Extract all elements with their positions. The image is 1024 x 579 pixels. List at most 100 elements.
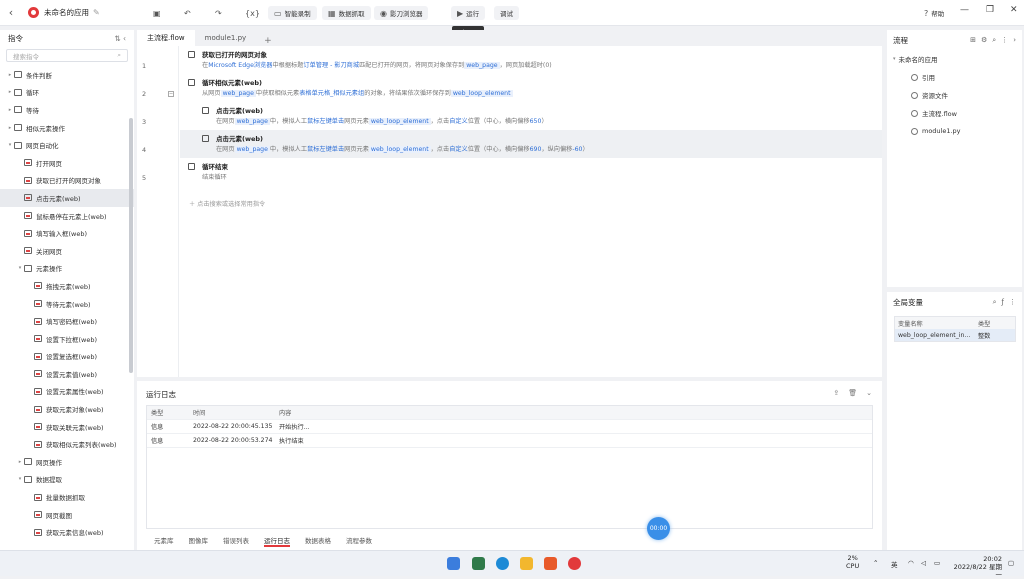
sidebar-item[interactable]: ▾ 元素操作	[0, 260, 134, 278]
chevron-right-icon[interactable]: ▸	[16, 459, 24, 465]
minimize-icon[interactable]: —	[960, 5, 969, 15]
debug-button[interactable]: 调试	[494, 6, 519, 20]
variable-tag[interactable]: web_loop_element	[368, 118, 431, 125]
chevron-down-icon[interactable]: ▾	[6, 142, 14, 148]
clock[interactable]: 20:02 2022/8/22 星期一	[950, 555, 1002, 579]
sidebar-item[interactable]: 获取元素信息(web)	[0, 523, 134, 541]
help-button[interactable]: ? 帮助	[924, 6, 944, 20]
variable-tag[interactable]: web_page	[234, 118, 270, 125]
variable-tag[interactable]: web_page	[234, 146, 270, 153]
yingdao-icon[interactable]	[568, 557, 581, 570]
close-icon[interactable]: ✕	[1010, 5, 1018, 15]
chevron-right-icon[interactable]: ▸	[6, 89, 14, 95]
search-icon[interactable]: ⌕	[992, 36, 996, 45]
sidebar-item[interactable]: ▸ 相似元素操作	[0, 119, 134, 137]
chevron-right-icon[interactable]: ▸	[6, 107, 14, 113]
battery-icon[interactable]: ▭	[934, 559, 940, 567]
panel-actions-icon[interactable]: ⇅ ‹	[114, 34, 126, 43]
back-icon[interactable]: ‹	[0, 6, 22, 19]
table-row[interactable]: 信息 2022-08-22 20:00:45.135 开始执行...	[147, 420, 872, 434]
flow-command-row[interactable]: 循环相似元素(web) 从网页 web_page 中获取相似元素表格单元格_相似元素组…	[180, 74, 882, 102]
sidebar-item[interactable]: ▸ 等待	[0, 101, 134, 119]
rename-icon[interactable]: ✎	[93, 8, 100, 17]
ime-indicator[interactable]: 英	[891, 559, 898, 569]
folder-icon[interactable]	[520, 557, 533, 570]
sidebar-item[interactable]: 鼠标悬停在元素上(web)	[0, 207, 134, 225]
sidebar-item[interactable]: 获取已打开的网页对象	[0, 172, 134, 190]
sidebar-item[interactable]: ▸ 条件判断	[0, 66, 134, 84]
flow-command-row[interactable]: 循环结束 结束循环	[180, 158, 882, 186]
cpu-indicator[interactable]: 2% CPU	[846, 554, 859, 570]
chevron-right-icon[interactable]: ▸	[6, 125, 14, 131]
notification-icon[interactable]: ▢	[1008, 559, 1014, 567]
redo-button[interactable]: ↷	[215, 6, 222, 20]
table-row[interactable]: 信息 2022-08-22 20:00:53.274 执行结束	[147, 434, 872, 448]
chevron-down-icon[interactable]: ⌄	[866, 389, 872, 397]
flow-root[interactable]: ▾ 未命名的应用	[887, 50, 1022, 68]
sidebar-item[interactable]: ▾ 网页自动化	[0, 136, 134, 154]
save-button[interactable]: ▣	[153, 6, 161, 20]
restore-icon[interactable]: ❐	[986, 5, 994, 15]
settings-icon[interactable]: ⚙	[981, 36, 987, 45]
more-icon[interactable]: ⋮	[1009, 298, 1016, 307]
tab-run-log[interactable]: 运行日志	[264, 535, 290, 547]
search-icon[interactable]: ⌕	[117, 51, 121, 60]
scrollbar[interactable]	[129, 118, 133, 373]
store-icon[interactable]	[544, 557, 557, 570]
tab-error-list[interactable]: 错误列表	[223, 535, 249, 547]
more-icon[interactable]: ⋮	[1001, 36, 1008, 45]
sidebar-item[interactable]: 获取元素对象(web)	[0, 400, 134, 418]
export-icon[interactable]: ⇪	[833, 389, 839, 397]
trash-icon[interactable]: 🗑	[848, 389, 857, 397]
tab-data-table[interactable]: 数据表格	[305, 535, 331, 547]
sidebar-item[interactable]: 关闭网页	[0, 242, 134, 260]
tab-element-library[interactable]: 元素库	[154, 535, 174, 547]
variable-tag[interactable]: web_loop_element	[450, 90, 513, 97]
app-icon[interactable]	[472, 557, 485, 570]
sidebar-item[interactable]: 填写输入框(web)	[0, 224, 134, 242]
add-flow-icon[interactable]: ⊞	[970, 36, 976, 45]
sidebar-item[interactable]: ▸ 网页操作	[0, 453, 134, 471]
flow-command-row[interactable]: 点击元素(web) 在网页 web_page 中，模拟人工鼠标左键单击网页元素 web_…	[180, 102, 882, 130]
tab-main-flow[interactable]: 主流程.flow	[137, 30, 195, 46]
add-tab-button[interactable]: +	[256, 36, 280, 46]
edge-icon[interactable]	[496, 557, 509, 570]
flow-item-main[interactable]: 主流程.flow	[887, 104, 1022, 122]
sidebar-item[interactable]: ▸ 循环	[0, 84, 134, 102]
chevron-down-icon[interactable]: ▾	[16, 265, 24, 271]
data-scrape-button[interactable]: ▦ 数据抓取	[322, 6, 371, 20]
sidebar-item[interactable]: 获取相似元素列表(web)	[0, 435, 134, 453]
flow-item-reference[interactable]: 引用	[887, 68, 1022, 86]
variables-button[interactable]: {x}	[245, 6, 260, 20]
add-variable-icon[interactable]: ƒ	[1002, 298, 1004, 307]
sidebar-item[interactable]: 打开网页	[0, 154, 134, 172]
flow-item-resources[interactable]: 资源文件	[887, 86, 1022, 104]
variable-tag[interactable]: web_page	[220, 90, 256, 97]
collapse-toggle[interactable]: −	[168, 91, 174, 97]
sidebar-item[interactable]: 设置下拉框(web)	[0, 330, 134, 348]
sidebar-item[interactable]: 批量数据抓取	[0, 488, 134, 506]
sidebar-item[interactable]: 填写密码框(web)	[0, 312, 134, 330]
command-search-input[interactable]: 搜索指令 ⌕	[6, 49, 128, 62]
sidebar-item[interactable]: 设置复选框(web)	[0, 348, 134, 366]
add-command-hint[interactable]: ＋ 点击搜索或选择常用指令	[189, 199, 265, 208]
tab-image-library[interactable]: 图像库	[189, 535, 209, 547]
flow-command-row[interactable]: 获取已打开的网页对象 在Microsoft Edge浏览器中根据标题订单管理 - …	[180, 46, 882, 74]
flow-command-row[interactable]: 点击元素(web) 在网页 web_page 中，模拟人工鼠标左键单击网页元素 web_…	[180, 130, 882, 158]
browser-button[interactable]: ◉ 影刀浏览器	[374, 6, 429, 20]
sidebar-item[interactable]: 获取关联元素(web)	[0, 418, 134, 436]
volume-icon[interactable]: ◁	[921, 559, 926, 567]
run-button[interactable]: ▶ 运行	[451, 6, 486, 20]
sidebar-item[interactable]: 点击元素(web)	[0, 189, 134, 207]
tab-module1[interactable]: module1.py	[195, 30, 257, 46]
variable-tag[interactable]: web_loop_element	[368, 146, 431, 153]
windows-start-icon[interactable]	[447, 557, 460, 570]
chevron-right-icon[interactable]: ▸	[6, 72, 14, 78]
wifi-icon[interactable]: ◠	[908, 559, 914, 567]
chevron-down-icon[interactable]: ▾	[16, 476, 24, 482]
sidebar-item[interactable]: 等待元素(web)	[0, 295, 134, 313]
variable-tag[interactable]: web_page	[464, 62, 500, 69]
sidebar-item[interactable]: 设置元素值(web)	[0, 365, 134, 383]
sidebar-item[interactable]: 网页截图	[0, 506, 134, 524]
undo-button[interactable]: ↶	[184, 6, 191, 20]
